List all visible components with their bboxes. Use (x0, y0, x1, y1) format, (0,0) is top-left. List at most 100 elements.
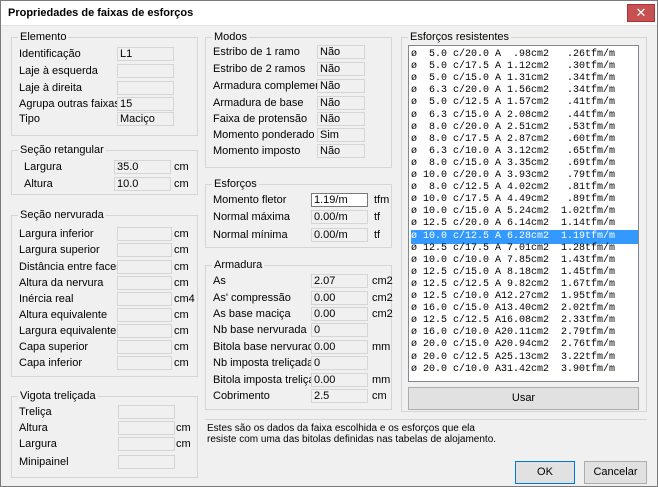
modos-label-4: Faixa de protensão (213, 113, 308, 125)
armadura-field-7[interactable]: 2.5 (311, 389, 368, 403)
modos-label-6: Momento imposto (213, 145, 301, 157)
armadura-field-3[interactable]: 0 (311, 323, 368, 337)
secao_nerv-unit-3: cm (174, 277, 189, 289)
elemento-field-0[interactable]: L1 (117, 47, 174, 61)
dialog-title: Propriedades de faixas de esforços (8, 7, 194, 19)
secao_nerv-label-7: Capa superior (19, 341, 89, 353)
secao_nerv-unit-5: cm (174, 309, 189, 321)
group-secao-nervurada-legend: Seção nervurada (18, 209, 106, 222)
armadura-field-1[interactable]: 0.00 (311, 291, 368, 305)
vigota-unit-1: cm (176, 422, 191, 434)
vigota-label-0: Treliça (19, 406, 52, 418)
modos-field-4[interactable]: Não (317, 112, 365, 126)
secao_nerv-label-0: Largura inferior (19, 228, 94, 240)
resistances-listbox[interactable]: ø 5.0 c/20.0 A .98cm2 .26tfm/m ø 5.0 c/17… (408, 45, 639, 382)
armadura-field-0[interactable]: 2.07 (311, 274, 368, 288)
esforcos-label-0: Momento fletor (213, 194, 287, 206)
armadura-label-6: Bitola imposta treliçada (213, 374, 327, 386)
armadura-field-4[interactable]: 0.00 (311, 340, 368, 354)
secao_nerv-field-1[interactable] (117, 243, 172, 257)
vigota-field-2[interactable] (118, 437, 175, 451)
armadura-unit-0: cm2 (372, 275, 393, 287)
armadura-label-4: Bitola base nervurada (213, 341, 321, 353)
elemento-field-1[interactable] (117, 64, 174, 78)
armadura-unit-7: cm (372, 390, 387, 402)
info-text: Estes são os dados da faixa escolhida e … (207, 423, 497, 445)
secao_ret-label-0: Largura (24, 161, 62, 173)
group-vigota-legend: Vigota treliçada (18, 390, 98, 403)
ok-button[interactable]: OK (515, 461, 575, 484)
secao_ret-label-1: Altura (24, 178, 53, 190)
group-esforcos-legend: Esforços (212, 178, 259, 191)
armadura-field-6[interactable]: 0.00 (311, 373, 368, 387)
group-secao-retangular-legend: Seção retangular (18, 144, 106, 157)
modos-field-0[interactable]: Não (317, 45, 365, 59)
elemento-label-2: Laje à direita (19, 82, 82, 94)
secao_ret-field-1[interactable]: 10.0 (114, 177, 171, 191)
secao_nerv-label-1: Largura superior (19, 244, 100, 256)
modos-field-2[interactable]: Não (317, 79, 365, 93)
armadura-label-3: Nb base nervurada (213, 324, 307, 336)
use-button[interactable]: Usar (408, 387, 639, 410)
secao_nerv-unit-4: cm4 (174, 293, 195, 305)
secao_nerv-unit-6: cm (174, 325, 189, 337)
esforcos-unit-2: tf (374, 229, 381, 241)
modos-field-1[interactable]: Não (317, 62, 365, 76)
secao_nerv-label-4: Inércia real (19, 293, 74, 305)
armadura-label-0: As (213, 275, 226, 287)
armadura-label-2: As base maciça (213, 308, 291, 320)
secao_nerv-field-5[interactable] (117, 308, 172, 322)
armadura-field-5[interactable]: 0 (311, 356, 368, 370)
esforcos-field-2[interactable]: 0.00/m (311, 228, 368, 242)
modos-field-3[interactable]: Não (317, 96, 365, 110)
secao_ret-field-0[interactable]: 35.0 (114, 160, 171, 174)
elemento-label-3: Agrupa outras faixas (19, 98, 120, 110)
vigota-field-0[interactable] (118, 405, 175, 419)
secao_nerv-label-8: Capa inferior (19, 357, 82, 369)
esforcos-field-0[interactable]: 1.19/m (311, 193, 368, 207)
secao_nerv-field-2[interactable] (117, 260, 172, 274)
cancel-button[interactable]: Cancelar (584, 461, 647, 484)
modos-field-6[interactable]: Não (317, 144, 365, 158)
elemento-field-3[interactable]: 15 (117, 97, 174, 111)
esforcos-unit-1: tf (374, 211, 381, 223)
secao_nerv-field-8[interactable] (117, 356, 172, 370)
modos-label-2: Armadura complementar (213, 80, 335, 92)
secao_nerv-label-5: Altura equivalente (19, 309, 108, 321)
elemento-field-4[interactable]: Maciço (117, 112, 174, 126)
esforcos-field-1[interactable]: 0.00/m (311, 210, 368, 224)
secao_nerv-label-3: Altura da nervura (19, 277, 104, 289)
secao_nerv-label-6: Largura equivalente (19, 325, 117, 337)
vigota-field-1[interactable] (118, 421, 175, 435)
secao_nerv-field-6[interactable] (117, 324, 172, 338)
secao_nerv-field-7[interactable] (117, 340, 172, 354)
vigota-label-2: Largura (19, 438, 57, 450)
modos-label-0: Estribo de 1 ramo (213, 46, 300, 58)
armadura-label-5: Nb imposta treliçada (213, 357, 314, 369)
title-bar: Propriedades de faixas de esforços ✕ (1, 1, 657, 26)
close-button[interactable]: ✕ (627, 4, 655, 22)
elemento-label-0: Identificação (19, 48, 81, 60)
secao_nerv-field-0[interactable] (117, 227, 172, 241)
esforcos-unit-0: tfm (374, 194, 390, 206)
armadura-unit-1: cm2 (372, 292, 393, 304)
divider (205, 419, 647, 420)
modos-field-5[interactable]: Sim (317, 128, 365, 142)
armadura-field-2[interactable]: 0.00 (311, 307, 368, 321)
vigota-label-3: Minipainel (19, 456, 69, 468)
modos-label-3: Armadura de base (213, 97, 304, 109)
elemento-label-1: Laje à esquerda (19, 65, 98, 77)
vigota-field-3[interactable] (118, 455, 175, 469)
secao_nerv-unit-8: cm (174, 357, 189, 369)
armadura-label-7: Cobrimento (213, 390, 270, 402)
elemento-label-4: Tipo (19, 113, 40, 125)
elemento-field-2[interactable] (117, 81, 174, 95)
secao_nerv-field-4[interactable] (117, 292, 172, 306)
secao_nerv-unit-0: cm (174, 228, 189, 240)
secao_nerv-label-2: Distância entre faces (19, 261, 122, 273)
secao_nerv-unit-2: cm (174, 261, 189, 273)
secao_nerv-field-3[interactable] (117, 276, 172, 290)
list-item[interactable]: ø 20.0 c/10.0 A31.42cm2 3.90tfm/m (411, 363, 638, 377)
armadura-label-1: As' compressão (213, 292, 291, 304)
secao_ret-unit-1: cm (174, 178, 189, 190)
